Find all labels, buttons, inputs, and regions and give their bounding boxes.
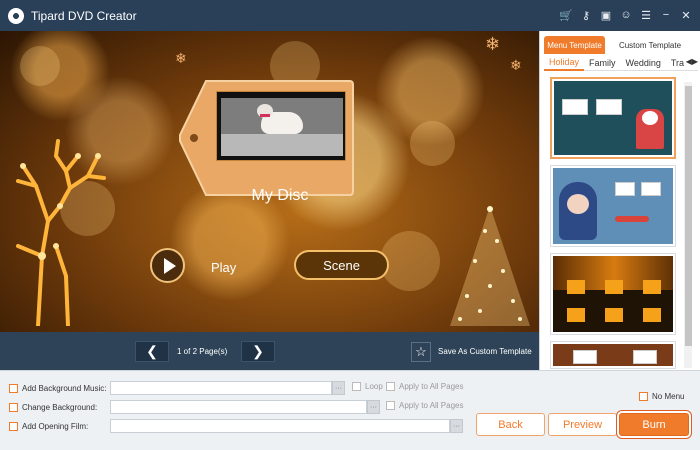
template-mini-frame — [596, 99, 622, 115]
key-icon[interactable]: ⚷ — [578, 7, 594, 23]
save-template-label: Save As Custom Template — [438, 347, 532, 356]
disc-title[interactable]: My Disc — [200, 187, 360, 205]
santa-beard — [642, 111, 658, 125]
category-tabs: Holiday Family Wedding Tra ◀▶ — [544, 55, 698, 71]
child-face — [567, 194, 589, 214]
scene-button[interactable]: Scene — [294, 250, 389, 280]
snowflake-icon: ❄ — [510, 57, 522, 73]
opening-film-field[interactable] — [110, 419, 450, 433]
bokeh-light — [20, 46, 60, 86]
tab-menu-template[interactable]: Menu Template — [544, 36, 605, 54]
add-opening-film-label: Add Opening Film: — [22, 421, 89, 431]
christmas-tree-decoration — [450, 206, 530, 326]
background-music-field[interactable] — [110, 381, 332, 395]
template-mini-frame — [615, 182, 635, 196]
template-mini-frame — [643, 280, 661, 294]
template-mini-frame — [567, 308, 585, 322]
back-button[interactable]: Back — [476, 413, 545, 436]
video-thumbnail[interactable] — [216, 91, 346, 161]
browse-music-button[interactable]: ··· — [332, 381, 345, 395]
template-thumbnail-winter[interactable] — [550, 165, 676, 247]
template-mini-frame — [573, 350, 597, 364]
music-apply-all-label: Apply to All Pages — [399, 382, 464, 391]
template-button-strip — [615, 216, 649, 222]
chevron-right-icon: ❯ — [252, 343, 264, 359]
template-mini-frame — [641, 182, 661, 196]
bokeh-light — [410, 121, 455, 166]
add-background-music-label: Add Background Music: — [22, 383, 107, 393]
page-indicator: 1 of 2 Page(s) — [177, 347, 228, 356]
change-background-label: Change Background: — [22, 402, 98, 412]
title-bar: Tipard DVD Creator 🛒 ⚷ ▣ ☺ ☰ − ✕ — [0, 0, 700, 31]
browse-background-button[interactable]: ··· — [367, 400, 380, 414]
star-icon: ☆ — [411, 341, 431, 362]
category-wedding[interactable]: Wedding — [621, 58, 666, 68]
app-title: Tipard DVD Creator — [31, 8, 137, 23]
music-apply-all-checkbox[interactable] — [386, 382, 395, 391]
thumbnail-image — [221, 98, 343, 156]
titlebar-controls: 🛒 ⚷ ▣ ☺ ☰ − ✕ — [558, 7, 694, 23]
prev-page-button[interactable]: ❮ — [135, 341, 169, 362]
add-background-music-checkbox[interactable] — [9, 383, 18, 393]
reindeer-decoration — [16, 139, 106, 326]
minimize-icon[interactable]: − — [658, 7, 674, 23]
category-scroll-arrows[interactable]: ◀▶ — [686, 57, 698, 66]
play-icon — [163, 257, 176, 274]
template-mini-frame — [633, 350, 657, 364]
loop-label: Loop — [365, 382, 383, 391]
browse-opening-film-button[interactable]: ··· — [450, 419, 463, 433]
pager-bar: ❮ 1 of 2 Page(s) ❯ ☆ Save As Custom Temp… — [0, 332, 539, 370]
no-menu-label: No Menu — [652, 391, 685, 401]
template-mini-frame — [643, 308, 661, 322]
category-family[interactable]: Family — [584, 58, 621, 68]
play-button[interactable] — [150, 248, 185, 283]
save-icon[interactable]: ▣ — [598, 7, 614, 23]
add-opening-film-row[interactable]: Add Opening Film: — [9, 419, 88, 433]
category-holiday[interactable]: Holiday — [544, 55, 585, 71]
tab-custom-template[interactable]: Custom Template — [605, 36, 695, 54]
snowflake-icon: ❄ — [485, 34, 501, 54]
background-apply-all-label: Apply to All Pages — [399, 401, 464, 410]
burn-button[interactable]: Burn — [619, 413, 689, 436]
cart-icon[interactable]: 🛒 — [558, 7, 574, 23]
snowflake-icon: ❄ — [175, 50, 187, 66]
change-background-checkbox[interactable] — [9, 402, 18, 412]
preview-button[interactable]: Preview — [548, 413, 617, 436]
change-background-row[interactable]: Change Background: — [9, 400, 97, 414]
loop-checkbox[interactable] — [352, 382, 361, 391]
app-logo-icon — [8, 7, 24, 24]
template-list — [550, 77, 677, 375]
template-panel: Menu Template Custom Template Holiday Fa… — [539, 31, 700, 370]
background-apply-all-checkbox[interactable] — [386, 401, 395, 410]
bokeh-light — [380, 231, 440, 291]
no-menu-option[interactable]: No Menu — [639, 389, 684, 403]
template-mini-frame — [605, 280, 623, 294]
video-tag-frame — [178, 79, 354, 199]
loop-option[interactable]: Loop — [352, 382, 383, 391]
menu-preview: ❄ ❄ ❄ My Disc Play Scene — [0, 31, 539, 332]
music-apply-all-option[interactable]: Apply to All Pages — [386, 382, 463, 391]
background-apply-all-option[interactable]: Apply to All Pages — [386, 401, 463, 410]
no-menu-checkbox[interactable] — [639, 391, 648, 401]
template-mini-frame — [567, 280, 585, 294]
template-scrollbar-thumb[interactable] — [685, 86, 692, 346]
template-tabs: Menu Template Custom Template — [544, 36, 698, 54]
template-thumbnail-christmas[interactable] — [550, 77, 676, 159]
template-mini-frame — [562, 99, 588, 115]
template-thumbnail-partial[interactable] — [550, 341, 676, 369]
template-thumbnail-halloween[interactable] — [550, 253, 676, 335]
chevron-left-icon: ❮ — [146, 343, 158, 359]
menu-icon[interactable]: ☰ — [638, 7, 654, 23]
template-mini-frame — [605, 308, 623, 322]
cat-collar — [260, 114, 270, 117]
add-background-music-row[interactable]: Add Background Music: — [9, 381, 107, 395]
save-custom-template-button[interactable]: ☆ Save As Custom Template — [411, 341, 532, 362]
next-page-button[interactable]: ❯ — [241, 341, 275, 362]
play-label[interactable]: Play — [211, 260, 236, 275]
close-icon[interactable]: ✕ — [678, 7, 694, 23]
add-opening-film-checkbox[interactable] — [9, 421, 18, 431]
background-field[interactable] — [110, 400, 367, 414]
feedback-icon[interactable]: ☺ — [618, 7, 634, 23]
